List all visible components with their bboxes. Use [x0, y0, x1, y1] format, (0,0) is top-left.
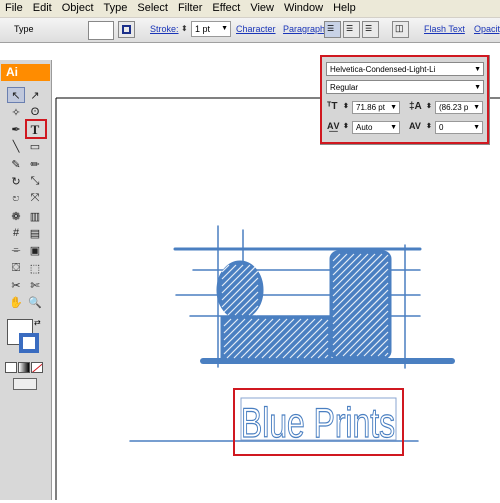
gradient-mode-icon[interactable]	[18, 362, 30, 373]
stroke-link[interactable]: Stroke:	[150, 24, 179, 34]
text-highlight-box	[233, 388, 404, 456]
pencil-tool-icon[interactable]: ✏	[26, 156, 44, 172]
color-mode-icon[interactable]	[5, 362, 17, 373]
illustrator-logo: Ai	[1, 64, 50, 81]
rotate-tool-icon[interactable]: ↻	[7, 174, 25, 190]
align-left-icon[interactable]: ☰	[324, 21, 341, 38]
blend-tool-icon[interactable]: ▣	[26, 243, 44, 259]
flash-text-link[interactable]: Flash Text	[424, 24, 465, 34]
stroke-weight-field[interactable]: 1 pt ▼	[191, 21, 231, 37]
none-mode-icon[interactable]	[31, 362, 43, 373]
menu-help[interactable]: Help	[328, 0, 361, 17]
chevron-down-icon: ▼	[221, 25, 228, 32]
menu-effect[interactable]: Effect	[207, 0, 245, 17]
rectangle-tool-icon[interactable]: ▭	[26, 139, 44, 155]
menu-view[interactable]: View	[245, 0, 279, 17]
type-label: Type	[14, 24, 34, 34]
menu-select[interactable]: Select	[132, 0, 173, 17]
scale-tool-icon[interactable]: ⤡	[26, 174, 44, 190]
direct-selection-tool-icon[interactable]: ↗	[26, 87, 44, 103]
stroke-swatch[interactable]	[118, 21, 135, 38]
live-paint-tool-icon[interactable]: ⛋	[7, 260, 25, 276]
character-link[interactable]: Character	[236, 24, 276, 34]
gradient-tool-icon[interactable]: ▤	[26, 225, 44, 241]
lasso-tool-icon[interactable]: ʘ	[26, 104, 44, 120]
scissors-tool-icon[interactable]: ✄	[26, 277, 44, 293]
menu-bar: File Edit Object Type Select Filter Effect View…	[0, 0, 500, 18]
stroke-spinner-icon[interactable]: ⬍	[181, 24, 188, 33]
slice-tool-icon[interactable]: ✂	[7, 277, 25, 293]
character-panel-highlight	[320, 55, 489, 144]
fill-swatch[interactable]	[88, 21, 114, 40]
selection-tool-icon[interactable]: ↖	[7, 87, 25, 103]
eyedropper-tool-icon[interactable]: ⌯	[7, 243, 25, 259]
type-tool-highlight	[25, 119, 47, 139]
zoom-tool-icon[interactable]: 🔍	[26, 295, 44, 311]
envelope-warp-icon[interactable]: ◫	[392, 21, 409, 38]
paintbrush-tool-icon[interactable]: ✎	[7, 156, 25, 172]
line-tool-icon[interactable]: ╲	[7, 139, 25, 155]
opacity-link[interactable]: Opacity	[474, 24, 500, 34]
menu-type[interactable]: Type	[99, 0, 133, 17]
menu-edit[interactable]: Edit	[28, 0, 57, 17]
screen-mode-icon[interactable]	[13, 378, 37, 390]
stroke-color-box[interactable]	[19, 333, 39, 353]
warp-tool-icon[interactable]: ಲ	[7, 191, 25, 207]
graph-tool-icon[interactable]: ▥	[26, 208, 44, 224]
free-transform-tool-icon[interactable]: ⤧	[26, 191, 44, 207]
control-bar: Type Stroke: ⬍ 1 pt ▼ Character Paragrap…	[0, 18, 500, 43]
magic-wand-tool-icon[interactable]: ✧	[7, 104, 25, 120]
align-right-icon[interactable]: ☰	[362, 21, 379, 38]
swap-colors-icon[interactable]: ⇄	[34, 318, 41, 327]
align-center-icon[interactable]: ☰	[343, 21, 360, 38]
menu-window[interactable]: Window	[279, 0, 328, 17]
menu-file[interactable]: File	[0, 0, 28, 17]
menu-object[interactable]: Object	[57, 0, 99, 17]
mesh-tool-icon[interactable]: #	[7, 225, 25, 241]
menu-filter[interactable]: Filter	[173, 0, 207, 17]
hand-tool-icon[interactable]: ✋	[7, 295, 25, 311]
pen-tool-icon[interactable]: ✒	[7, 122, 25, 138]
paragraph-link[interactable]: Paragraph:	[283, 24, 328, 34]
live-paint-selection-tool-icon[interactable]: ⬚	[26, 260, 44, 276]
stroke-weight-value: 1 pt	[195, 24, 211, 34]
symbol-sprayer-tool-icon[interactable]: ❁	[7, 208, 25, 224]
